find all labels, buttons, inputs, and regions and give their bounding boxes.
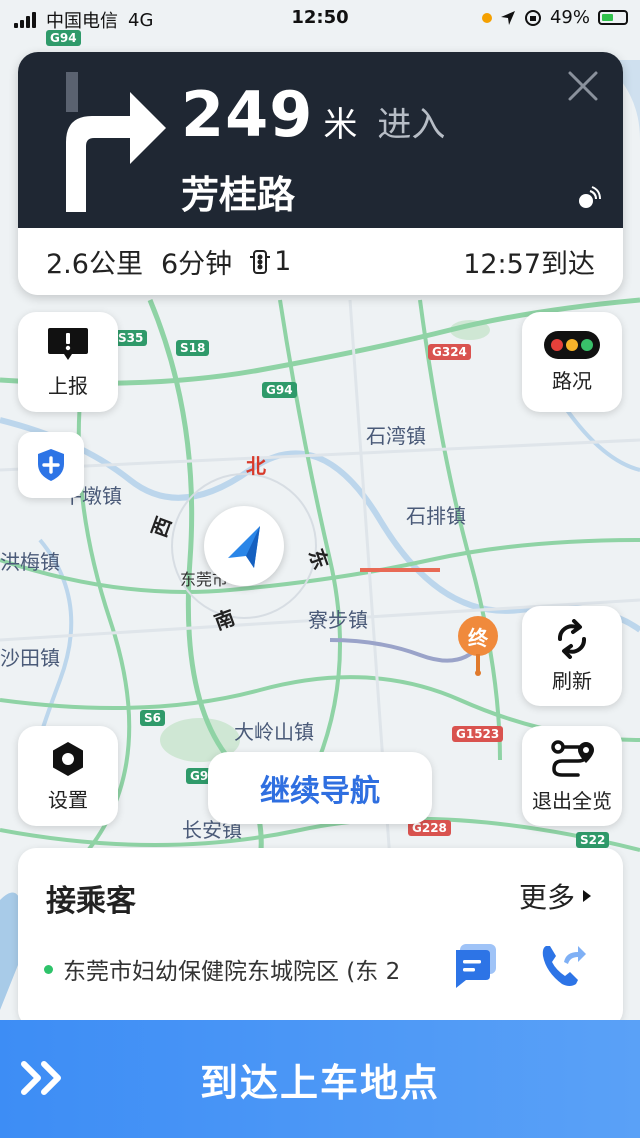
eta: 12:57到达 [463, 249, 595, 280]
traffic-light-count: 1 [274, 246, 292, 277]
status-bar: 中国电信 4G 12:50 49% [0, 0, 640, 36]
place-label: 石排镇 [406, 504, 466, 528]
exit-overview-button[interactable]: 退出全览 [522, 726, 622, 826]
rotation-lock-icon [524, 9, 541, 26]
passenger-pickup-panel: 接乘客 更多 东莞市妇幼保健院东城院区 (东 2 [18, 848, 623, 1028]
turn-distance-unit: 米 [323, 105, 358, 145]
compass-north: 北 [246, 454, 266, 478]
road-shield: G324 [428, 344, 471, 360]
place-label: 石湾镇 [366, 424, 426, 448]
turn-distance: 249 [181, 78, 314, 151]
report-icon [48, 327, 88, 360]
turn-action: 进入 [377, 105, 446, 145]
next-road-name: 芳桂路 [181, 173, 296, 217]
traffic-button[interactable]: 路况 [522, 312, 622, 412]
double-chevron-right-icon [21, 1061, 61, 1095]
close-icon[interactable] [567, 70, 599, 102]
message-icon[interactable] [450, 940, 500, 990]
arrive-pickup-label: 到达上车地点 [199, 1060, 440, 1105]
more-button[interactable]: 更多 [519, 876, 593, 916]
caret-right-icon [583, 890, 591, 902]
refresh-label: 刷新 [552, 668, 592, 693]
place-label: 洪梅镇 [0, 550, 60, 574]
report-label: 上报 [48, 373, 88, 398]
road-shield: S22 [576, 832, 610, 848]
remaining-time: 6分钟 [160, 249, 233, 280]
refresh-icon [558, 618, 586, 659]
battery-icon [598, 10, 628, 25]
voice-broadcast-icon[interactable] [575, 186, 601, 212]
shield-plus-icon [38, 449, 64, 481]
turn-right-icon [66, 72, 166, 212]
road-shield: G94 [262, 382, 297, 398]
traffic-label: 路况 [552, 368, 592, 393]
settings-label: 设置 [48, 787, 88, 812]
destination-marker-icon[interactable]: 终 [456, 616, 500, 682]
current-location-icon [204, 506, 284, 586]
arrive-pickup-button[interactable]: 到达上车地点 [0, 1020, 640, 1138]
battery-percent: 49% [549, 7, 590, 28]
exit-overview-label: 退出全览 [532, 788, 612, 813]
route-overview-icon [551, 739, 594, 777]
pickup-address[interactable]: 东莞市妇幼保健院东城院区 (东 2 [44, 952, 424, 986]
phone-call-icon[interactable] [538, 940, 588, 990]
destination-label: 终 [468, 626, 488, 650]
pickup-dot-icon [44, 964, 53, 974]
settings-button[interactable]: 设置 [18, 726, 118, 826]
location-arrow-icon [500, 10, 515, 25]
panel-title: 接乘客 [46, 884, 136, 919]
place-label: 沙田镇 [0, 646, 60, 670]
road-shield: S6 [140, 710, 165, 726]
navigation-guidance-card: 249 米 进入 芳桂路 2.6公里 6分钟 1 12:57到达 [18, 52, 623, 295]
continue-navigation-button[interactable]: 继续导航 [208, 752, 432, 824]
refresh-button[interactable]: 刷新 [522, 606, 622, 706]
traffic-light-icon [250, 249, 271, 274]
remaining-distance: 2.6公里 [46, 249, 143, 280]
traffic-condition-icon [544, 330, 600, 359]
guidance-header: 249 米 进入 芳桂路 [18, 52, 623, 228]
place-label: 寮步镇 [308, 608, 368, 632]
pickup-address-text: 东莞市妇幼保健院东城院区 (东 2 [63, 959, 401, 985]
place-label: 大岭山镇 [234, 720, 314, 744]
road-shield: G1523 [452, 726, 504, 742]
road-shield: S35 [114, 330, 148, 346]
settings-hex-icon [53, 741, 83, 776]
safety-shield-button[interactable] [18, 432, 84, 498]
road-shield: S18 [176, 340, 210, 356]
more-label: 更多 [518, 881, 575, 914]
report-button[interactable]: 上报 [18, 312, 118, 412]
recording-dot-icon [481, 12, 492, 23]
trip-summary: 2.6公里 6分钟 1 12:57到达 [18, 228, 623, 295]
